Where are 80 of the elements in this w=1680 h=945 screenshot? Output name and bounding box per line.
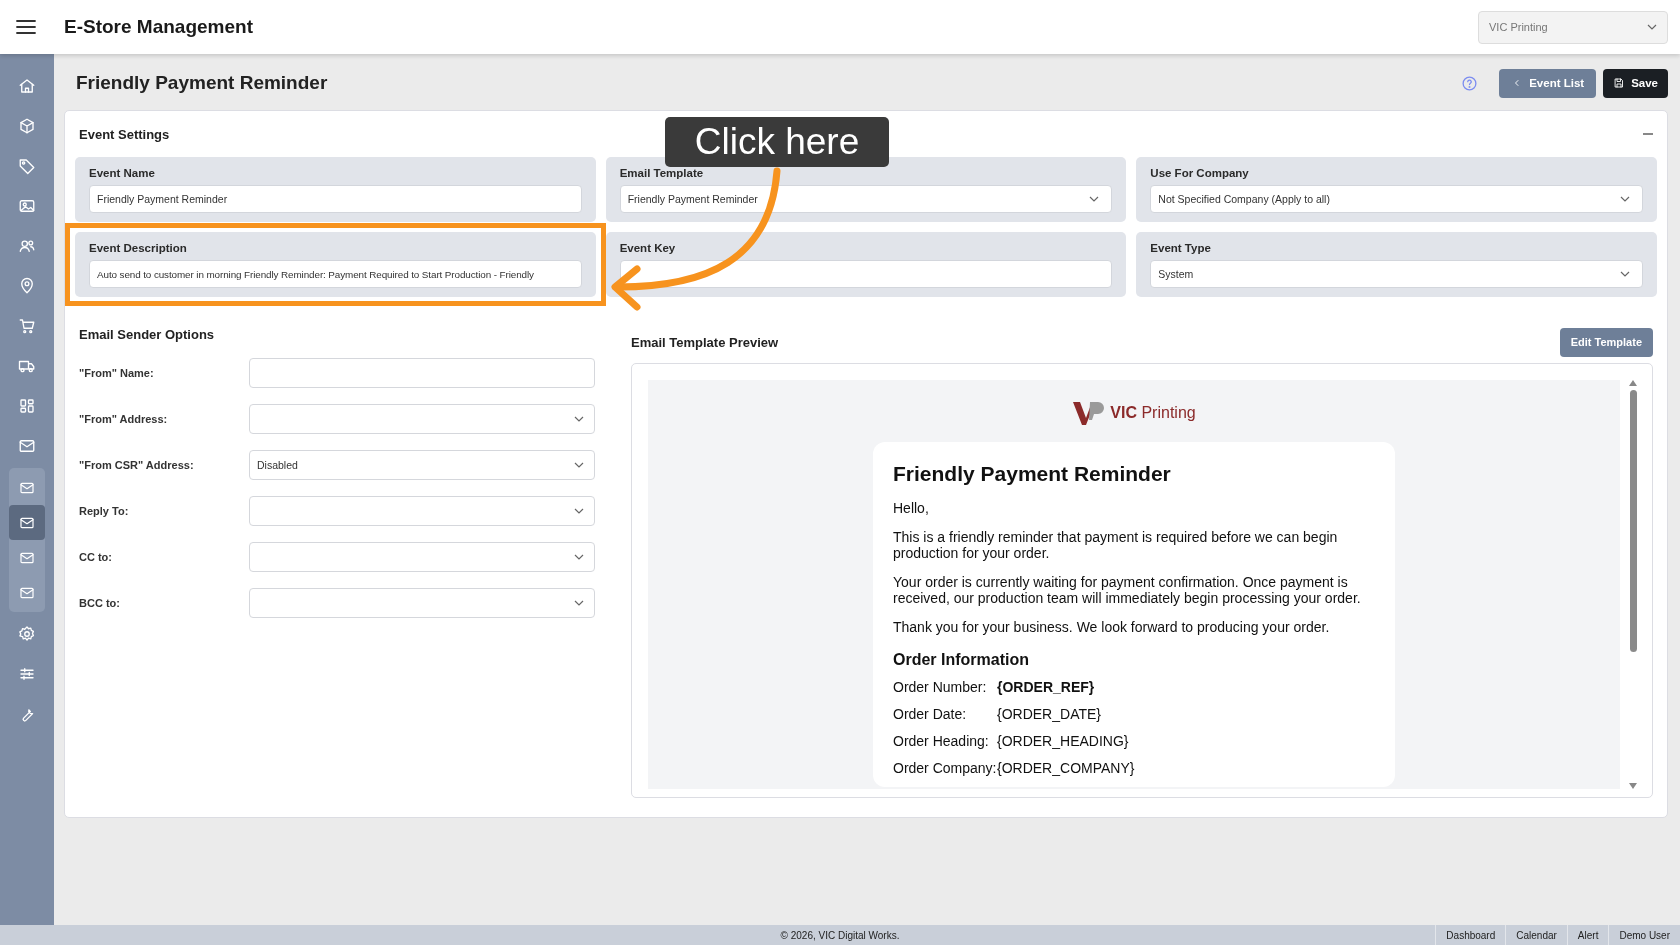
- field-label: BCC to:: [79, 597, 121, 609]
- info-label: Order Heading:: [893, 733, 990, 749]
- select-field[interactable]: System: [1150, 260, 1643, 288]
- email-paragraph: This is a friendly reminder that payment is required before we can begin production for your order.: [893, 529, 1339, 561]
- image-icon: [18, 197, 36, 215]
- tag-icon: [18, 157, 36, 175]
- cube-icon: [18, 117, 36, 135]
- location-pin-icon: [18, 277, 36, 295]
- logo-mark-icon: [1072, 400, 1107, 426]
- info-value: {ORDER_REF}: [997, 679, 1095, 695]
- field-label: Event Name: [89, 167, 156, 179]
- field-label: CC to:: [79, 551, 113, 563]
- info-label: Order Date:: [893, 706, 968, 722]
- field-label: "From CSR" Address:: [79, 459, 195, 471]
- scroll-down-icon[interactable]: [1629, 783, 1637, 789]
- field-label: Event Key: [619, 242, 677, 254]
- chevron-down-icon: [1647, 24, 1657, 30]
- footer-link[interactable]: Dashboard: [1435, 925, 1506, 945]
- footer-link[interactable]: Calendar: [1505, 925, 1567, 945]
- field-label: Event Description: [89, 242, 188, 254]
- grid-icon: [18, 397, 36, 415]
- chevron-down-icon: [1620, 196, 1630, 202]
- email-heading: Friendly Payment Reminder: [893, 462, 1172, 486]
- input-field[interactable]: [249, 358, 595, 388]
- chevron-down-icon: [574, 508, 584, 514]
- select-field[interactable]: [249, 588, 595, 618]
- footer-link[interactable]: Demo User: [1608, 925, 1680, 945]
- select-field[interactable]: Friendly Payment Reminder: [619, 185, 1113, 213]
- chevron-down-icon: [574, 600, 584, 606]
- input-field[interactable]: Friendly Payment Reminder: [89, 185, 582, 213]
- scrollbar-thumb[interactable]: [1629, 390, 1637, 652]
- field-label: Email Template: [619, 167, 705, 179]
- chevron-down-icon: [574, 554, 584, 560]
- app-title: E-Store Management: [64, 16, 253, 38]
- info-value: {ORDER_COMPANY}: [997, 760, 1135, 776]
- help-icon: [1461, 74, 1479, 92]
- field-label: Reply To:: [79, 505, 130, 517]
- section-title: Email Template Preview: [631, 334, 779, 350]
- select-field[interactable]: Disabled: [249, 450, 595, 480]
- chevron-down-icon: [574, 416, 584, 422]
- logo-text: VIC Printing: [1110, 404, 1196, 422]
- select-field[interactable]: [249, 496, 595, 526]
- email-paragraph: Your order is currently waiting for payment confirmation. Once payment is received, our production team will immediately begin processing your order.: [893, 574, 1362, 606]
- save-button[interactable]: Save: [1603, 68, 1668, 98]
- email-subheading: Order Information: [893, 651, 1030, 669]
- chevron-down-icon: [574, 462, 584, 468]
- settings-icon: [18, 625, 36, 643]
- section-title: Email Sender Options: [79, 327, 216, 342]
- page-title: Friendly Payment Reminder: [76, 72, 328, 94]
- input-field[interactable]: Auto send to customer in morning Friendly Reminder: Payment Required to Start Production - Friendly: [89, 260, 582, 288]
- info-label: Order Company:: [893, 760, 997, 776]
- home-icon: [18, 77, 36, 95]
- scroll-up-icon[interactable]: [1629, 380, 1637, 386]
- sliders-icon: [18, 665, 36, 683]
- chevron-down-icon: [1089, 196, 1100, 202]
- users-icon: [18, 237, 36, 255]
- mail-icon: [18, 437, 36, 455]
- footer-link[interactable]: Alert: [1566, 925, 1609, 945]
- input-field[interactable]: [619, 260, 1113, 288]
- field-label: "From" Address:: [79, 413, 169, 425]
- copyright-text: © 2026, VIC Digital Works.: [780, 929, 900, 941]
- edit-template-button[interactable]: Edit Template: [1559, 327, 1653, 357]
- email-paragraph: Hello,: [893, 500, 930, 516]
- info-label: Order Number:: [893, 679, 988, 695]
- cart-icon: [18, 317, 36, 335]
- field-label: Event Type: [1150, 242, 1212, 254]
- info-value: {ORDER_DATE}: [997, 706, 1101, 722]
- back-button[interactable]: Event List: [1499, 68, 1597, 98]
- select-field[interactable]: Not Specified Company (Apply to all): [1150, 185, 1643, 213]
- company-select[interactable]: VIC Printing: [1478, 10, 1668, 44]
- field-label: Use For Company: [1150, 167, 1250, 179]
- sidebar-subitem[interactable]: [9, 505, 45, 540]
- chevron-down-icon: [1620, 271, 1630, 277]
- section-title: Event Settings: [79, 126, 170, 142]
- field-label: "From" Name:: [79, 367, 155, 379]
- callout-label: Click here: [665, 117, 889, 167]
- select-field[interactable]: [249, 542, 595, 572]
- select-field[interactable]: [249, 404, 595, 434]
- email-paragraph: Thank you for your business. We look forward to producing your order.: [893, 619, 1331, 635]
- info-value: {ORDER_HEADING}: [997, 733, 1129, 749]
